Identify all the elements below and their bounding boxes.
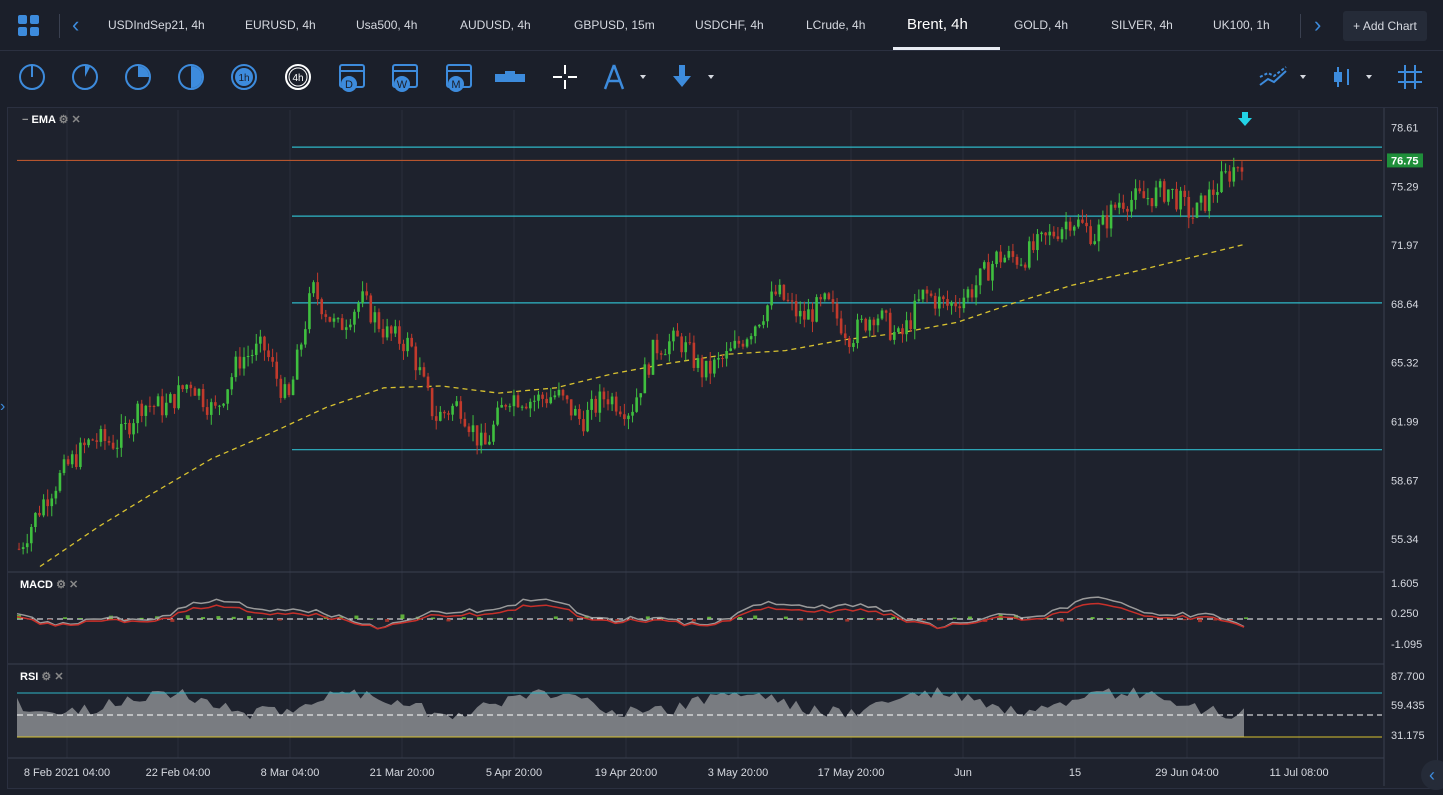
- tab-audusd[interactable]: AUDUSD, 4h: [460, 18, 531, 32]
- ema-label: EMA: [31, 114, 56, 126]
- tabs-prev-arrow-icon[interactable]: ‹: [72, 13, 79, 37]
- drawing-compass-icon[interactable]: [603, 64, 625, 90]
- chevron-down-icon[interactable]: [708, 75, 714, 79]
- chart-tab-bar: ‹ USDIndSep21, 4h EURUSD, 4h Usa500, 4h …: [0, 0, 1443, 51]
- tab-usa500[interactable]: Usa500, 4h: [356, 18, 417, 32]
- layout-grid-icon[interactable]: [18, 15, 40, 37]
- side-panel-toggle-icon[interactable]: ›: [0, 398, 5, 416]
- timeframe-1m-icon[interactable]: [19, 64, 45, 90]
- timeframe-1h-icon[interactable]: 1h: [231, 64, 257, 90]
- indicators-icon[interactable]: [1259, 66, 1287, 86]
- settings-gear-icon[interactable]: ⚙: [41, 671, 51, 683]
- tab-silver[interactable]: SILVER, 4h: [1111, 18, 1173, 32]
- chevron-down-icon[interactable]: [640, 75, 646, 79]
- tabs-next-arrow-icon[interactable]: ›: [1314, 13, 1321, 37]
- add-chart-button[interactable]: + Add Chart: [1343, 11, 1427, 41]
- tab-usdind[interactable]: USDIndSep21, 4h: [108, 18, 205, 32]
- crosshair-icon[interactable]: [553, 65, 577, 89]
- ema-pane-label: − EMA ⚙ ✕: [22, 114, 81, 126]
- macd-label: MACD: [20, 579, 53, 591]
- collapse-panel-icon[interactable]: ‹: [1421, 760, 1443, 790]
- timeframe-15m-icon[interactable]: [125, 64, 151, 90]
- settings-gear-icon[interactable]: ⚙: [56, 579, 66, 591]
- tab-brent[interactable]: Brent, 4h: [907, 16, 968, 33]
- svg-text:1h: 1h: [238, 73, 249, 84]
- timeframe-30m-icon[interactable]: [178, 64, 204, 90]
- download-arrow-icon[interactable]: [673, 65, 691, 87]
- timeframe-daily-icon[interactable]: D: [339, 64, 365, 92]
- close-icon[interactable]: ✕: [72, 114, 81, 126]
- settings-gear-icon[interactable]: ⚙: [59, 114, 69, 126]
- close-icon[interactable]: ✕: [54, 671, 63, 683]
- active-tab-indicator: [893, 47, 1000, 50]
- tab-lcrude[interactable]: LCrude, 4h: [806, 18, 865, 32]
- svg-text:D: D: [345, 79, 353, 91]
- rsi-pane-label: RSI ⚙ ✕: [20, 670, 64, 683]
- timeframe-weekly-icon[interactable]: W: [392, 64, 418, 92]
- timeframe-4h-icon[interactable]: 4h: [285, 64, 311, 90]
- separator: [1300, 14, 1301, 38]
- svg-text:4h: 4h: [292, 73, 303, 84]
- range-icon[interactable]: [495, 71, 525, 82]
- chevron-down-icon[interactable]: [1300, 75, 1306, 79]
- tab-uk100[interactable]: UK100, 1h: [1213, 18, 1270, 32]
- grid-icon[interactable]: [1398, 65, 1422, 89]
- chevron-down-icon[interactable]: [1366, 75, 1372, 79]
- rsi-label: RSI: [20, 671, 39, 683]
- tab-eurusd[interactable]: EURUSD, 4h: [245, 18, 316, 32]
- macd-pane-label: MACD ⚙ ✕: [20, 578, 78, 591]
- timeframe-monthly-icon[interactable]: M: [446, 64, 472, 92]
- chart-toolbar: 1h 4h D W M: [0, 51, 1443, 103]
- tab-usdchf[interactable]: USDCHF, 4h: [695, 18, 764, 32]
- close-icon[interactable]: ✕: [69, 579, 78, 591]
- tab-gold[interactable]: GOLD, 4h: [1014, 18, 1068, 32]
- tab-gbpusd[interactable]: GBPUSD, 15m: [574, 18, 655, 32]
- svg-text:W: W: [397, 79, 408, 91]
- svg-text:M: M: [451, 79, 460, 91]
- candlestick-type-icon[interactable]: [1334, 67, 1349, 87]
- chart-panel[interactable]: [7, 107, 1438, 789]
- timeframe-5m-icon[interactable]: [72, 64, 98, 90]
- separator: [59, 14, 60, 38]
